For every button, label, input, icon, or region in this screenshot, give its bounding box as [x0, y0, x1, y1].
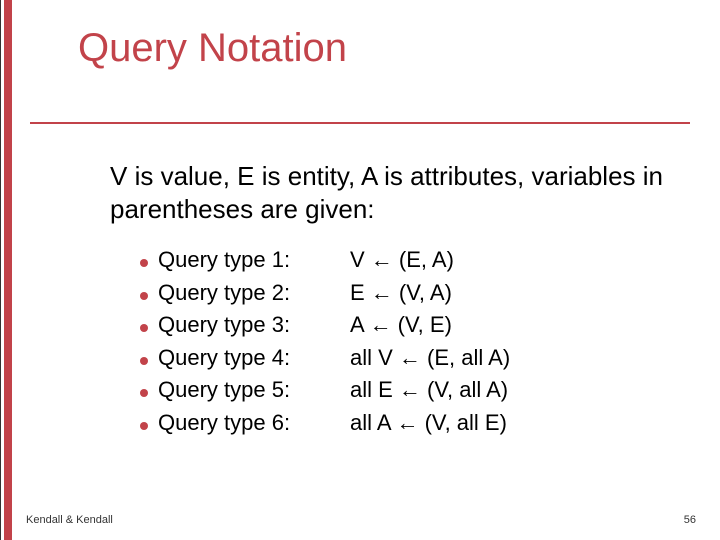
bullet-icon [140, 357, 148, 365]
query-label: Query type 5: [158, 374, 350, 407]
footer-author: Kendall & Kendall [26, 514, 113, 526]
query-expression: E ← (V, A) [350, 277, 660, 310]
list-item: Query type 5: all E ← (V, all A) [140, 374, 660, 407]
query-expression: all A ← (V, all E) [350, 407, 660, 440]
intro-text: V is value, E is entity, A is attributes… [110, 160, 670, 227]
query-expression: all E ← (V, all A) [350, 374, 660, 407]
bullet-icon [140, 422, 148, 430]
query-label: Query type 1: [158, 244, 350, 277]
title-underline [30, 122, 690, 124]
query-label: Query type 3: [158, 309, 350, 342]
bullet-icon [140, 324, 148, 332]
bullet-icon [140, 259, 148, 267]
list-item: Query type 6: all A ← (V, all E) [140, 407, 660, 440]
left-accent-stripe [4, 0, 12, 540]
list-item: Query type 1: V ← (E, A) [140, 244, 660, 277]
query-expression: all V ← (E, all A) [350, 342, 660, 375]
query-expression: V ← (E, A) [350, 244, 660, 277]
page-number: 56 [684, 514, 696, 526]
query-label: Query type 4: [158, 342, 350, 375]
query-label: Query type 6: [158, 407, 350, 440]
list-item: Query type 4: all V ← (E, all A) [140, 342, 660, 375]
query-expression: A ← (V, E) [350, 309, 660, 342]
query-label: Query type 2: [158, 277, 350, 310]
slide-title: Query Notation [78, 26, 347, 71]
slide: Query Notation V is value, E is entity, … [0, 0, 720, 540]
left-edge-line [0, 0, 1, 540]
list-item: Query type 3: A ← (V, E) [140, 309, 660, 342]
bullet-icon [140, 292, 148, 300]
query-list: Query type 1: V ← (E, A) Query type 2: E… [140, 244, 660, 439]
list-item: Query type 2: E ← (V, A) [140, 277, 660, 310]
bullet-icon [140, 389, 148, 397]
